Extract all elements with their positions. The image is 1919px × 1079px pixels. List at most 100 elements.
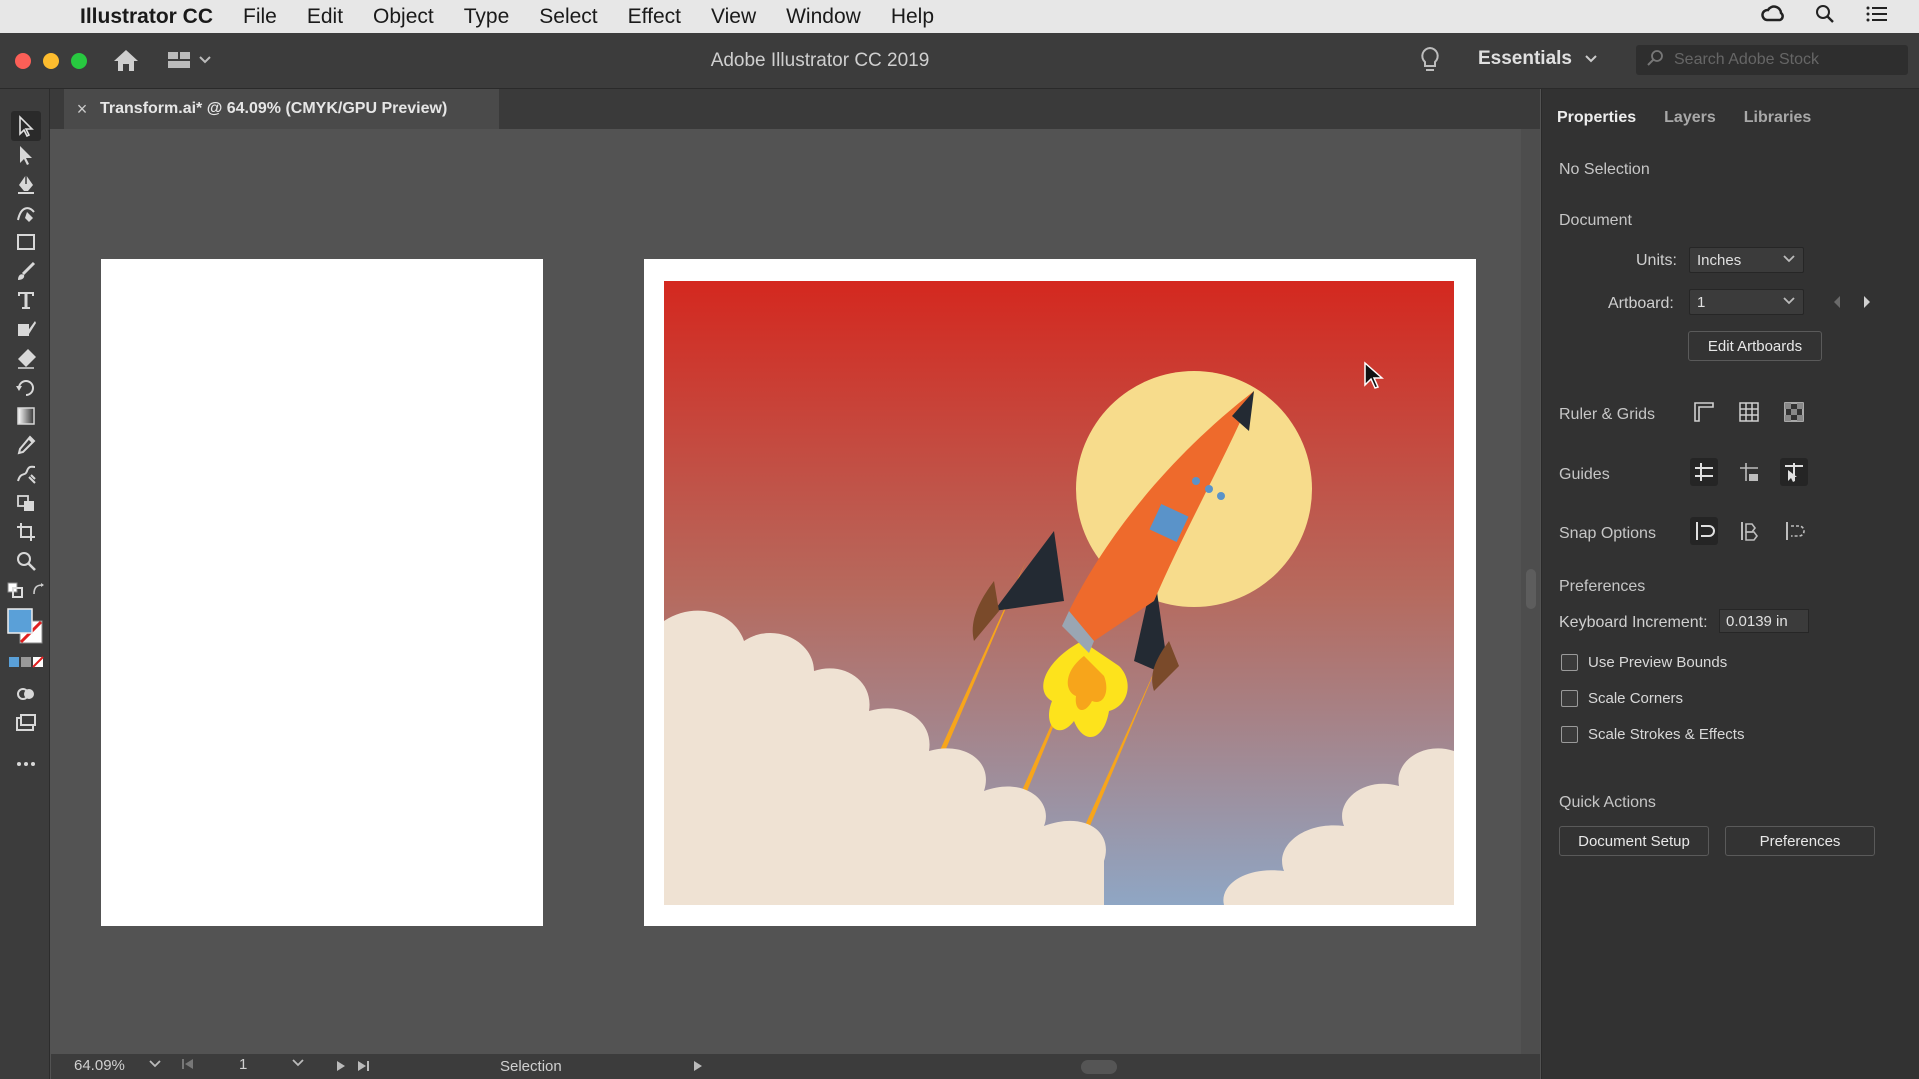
next-artboard-panel-icon[interactable] — [1862, 295, 1872, 314]
document-tab[interactable]: × Transform.ai* @ 64.09% (CMYK/GPU Previ… — [64, 89, 499, 129]
adobe-stock-search — [1636, 45, 1908, 75]
status-menu-arrow-icon[interactable] — [693, 1059, 703, 1076]
tab-properties[interactable]: Properties — [1557, 109, 1636, 141]
snap-to-pixel-icon[interactable] — [1735, 517, 1763, 545]
zoom-window-button[interactable] — [71, 53, 87, 69]
preferences-heading: Preferences — [1559, 578, 1646, 595]
window-title: Adobe Illustrator CC 2019 — [710, 50, 930, 71]
gradient-tool-icon[interactable] — [11, 401, 41, 431]
edit-artboards-button[interactable]: Edit Artboards — [1688, 331, 1822, 361]
transparency-grid-icon[interactable] — [1780, 398, 1808, 426]
menu-help[interactable]: Help — [891, 5, 934, 29]
checkbox-box[interactable] — [1561, 690, 1578, 707]
menu-file[interactable]: File — [243, 5, 277, 29]
creative-cloud-icon[interactable] — [1761, 4, 1785, 30]
spotlight-search-icon[interactable] — [1815, 4, 1835, 30]
artboard-blank[interactable] — [101, 259, 543, 926]
first-artboard-icon[interactable] — [181, 1057, 195, 1074]
menu-view[interactable]: View — [711, 5, 756, 29]
rocket-illustration[interactable] — [664, 281, 1454, 905]
menu-object[interactable]: Object — [373, 5, 434, 29]
symbol-sprayer-tool-icon[interactable] — [11, 488, 41, 518]
checkbox-box[interactable] — [1561, 726, 1578, 743]
units-label: Units: — [1636, 252, 1677, 269]
checkbox-label: Scale Strokes & Effects — [1588, 726, 1745, 743]
vertical-scrollbar[interactable] — [1521, 129, 1540, 1054]
rotate-tool-icon[interactable] — [11, 372, 41, 402]
zoom-tool-icon[interactable] — [11, 546, 41, 576]
eraser-tool-icon[interactable] — [11, 343, 41, 373]
smart-guides-icon[interactable] — [1780, 458, 1808, 486]
close-tab-icon[interactable]: × — [64, 99, 100, 120]
previous-artboard-icon[interactable] — [1832, 295, 1842, 314]
screen-mode-icon[interactable] — [11, 709, 41, 739]
rulers-icon[interactable] — [1690, 398, 1718, 426]
menu-select[interactable]: Select — [539, 5, 597, 29]
workspace-switcher[interactable]: Essentials — [1478, 48, 1598, 70]
default-fill-stroke-icon[interactable] — [6, 581, 24, 599]
arrange-documents-icon[interactable] — [166, 47, 216, 73]
scale-corners-checkbox[interactable]: Scale Corners — [1561, 690, 1683, 707]
app-menu[interactable]: Illustrator CC — [80, 5, 213, 29]
paintbrush-tool-icon[interactable] — [11, 256, 41, 286]
menu-edit[interactable]: Edit — [307, 5, 343, 29]
menu-effect[interactable]: Effect — [628, 5, 681, 29]
tab-layers[interactable]: Layers — [1664, 109, 1716, 141]
pen-tool-icon[interactable] — [11, 169, 41, 199]
lightbulb-icon[interactable] — [1418, 45, 1442, 75]
checkbox-box[interactable] — [1561, 654, 1578, 671]
artboard-rocket[interactable] — [644, 259, 1476, 926]
edit-toolbar-icon[interactable] — [11, 749, 41, 779]
units-select[interactable]: Inches — [1689, 247, 1804, 273]
artboard-tool-icon[interactable] — [11, 517, 41, 547]
home-icon[interactable] — [112, 47, 140, 73]
use-preview-bounds-checkbox[interactable]: Use Preview Bounds — [1561, 654, 1727, 671]
fill-stroke-swatch[interactable] — [6, 607, 46, 647]
color-mode-icon[interactable] — [8, 652, 44, 672]
keyboard-increment-label: Keyboard Increment: — [1559, 614, 1708, 631]
swap-fill-stroke-icon[interactable] — [30, 581, 48, 599]
menu-type[interactable]: Type — [464, 5, 510, 29]
scale-strokes-effects-checkbox[interactable]: Scale Strokes & Effects — [1561, 726, 1744, 743]
notification-center-icon[interactable] — [1865, 4, 1889, 30]
artboard-select[interactable]: 1 — [1689, 289, 1804, 315]
document-heading: Document — [1559, 212, 1632, 229]
blend-tool-icon[interactable] — [11, 459, 41, 489]
minimize-window-button[interactable] — [43, 53, 59, 69]
next-artboard-icon[interactable] — [335, 1059, 347, 1076]
stock-search-input[interactable] — [1674, 51, 1894, 69]
drawing-mode-icon[interactable] — [11, 679, 41, 709]
keyboard-increment-input[interactable]: 0.0139 in — [1719, 609, 1809, 633]
snap-options-label: Snap Options — [1559, 525, 1656, 542]
close-window-button[interactable] — [15, 53, 31, 69]
units-value: Inches — [1697, 251, 1742, 269]
eyedropper-tool-icon[interactable] — [11, 430, 41, 460]
tab-libraries[interactable]: Libraries — [1744, 109, 1812, 141]
snap-to-glyph-icon[interactable] — [1780, 517, 1808, 545]
curvature-tool-icon[interactable] — [11, 198, 41, 228]
application-bar: Adobe Illustrator CC 2019 Essentials — [0, 33, 1919, 89]
horizontal-scrollbar[interactable] — [721, 1060, 1521, 1074]
artboard-number-field[interactable]: 1 — [239, 1056, 309, 1077]
selection-tool-icon[interactable] — [11, 111, 41, 141]
rectangle-tool-icon[interactable] — [11, 227, 41, 257]
vertical-scroll-thumb[interactable] — [1526, 569, 1536, 609]
document-setup-button[interactable]: Document Setup — [1559, 826, 1709, 856]
shaper-tool-icon[interactable] — [11, 314, 41, 344]
menu-window[interactable]: Window — [786, 5, 861, 29]
canvas-area[interactable] — [51, 129, 1540, 1054]
mac-menubar: Illustrator CC File Edit Object Type Sel… — [0, 0, 1919, 33]
preferences-button[interactable]: Preferences — [1725, 826, 1875, 856]
zoom-level-field[interactable]: 64.09% — [74, 1057, 164, 1077]
last-artboard-icon[interactable] — [356, 1059, 370, 1076]
guides-label: Guides — [1559, 466, 1610, 483]
lock-guides-icon[interactable] — [1735, 458, 1763, 486]
type-tool-icon[interactable] — [11, 285, 41, 315]
grid-icon[interactable] — [1735, 398, 1763, 426]
direct-selection-tool-icon[interactable] — [11, 140, 41, 170]
horizontal-scroll-thumb[interactable] — [1081, 1060, 1117, 1074]
artboard-chevron-icon[interactable] — [291, 1056, 305, 1073]
show-guides-icon[interactable] — [1690, 458, 1718, 486]
snap-to-point-icon[interactable] — [1690, 517, 1718, 545]
zoom-chevron-icon[interactable] — [148, 1057, 162, 1074]
